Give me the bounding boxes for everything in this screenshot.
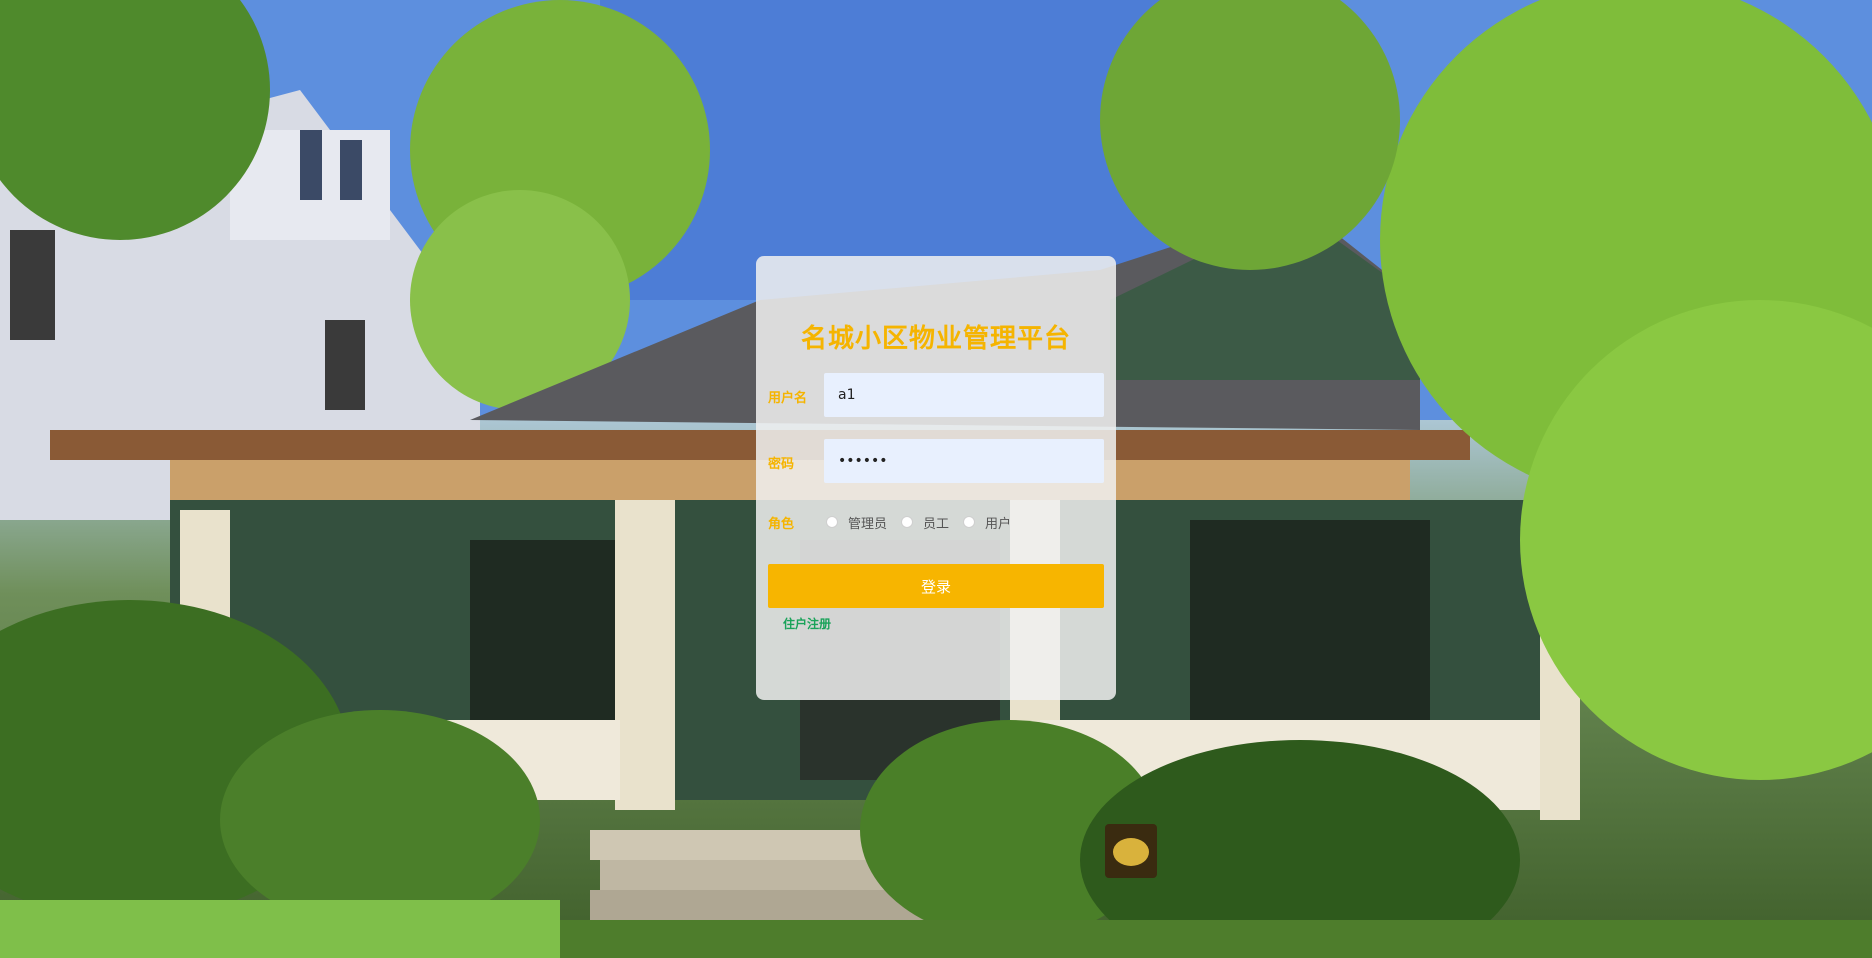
role-option-user[interactable]: 用户	[963, 513, 1011, 532]
login-panel: 名城小区物业管理平台 用户名 密码 角色 管理员 员工 用户 登录 住户注册	[756, 256, 1116, 700]
role-selector: 角色 管理员 员工 用户	[768, 512, 1025, 532]
role-option-admin[interactable]: 管理员	[826, 513, 887, 532]
password-input[interactable]	[824, 439, 1104, 483]
role-option-label: 管理员	[848, 516, 888, 532]
radio-user[interactable]	[963, 516, 976, 528]
role-label: 角色	[768, 516, 795, 532]
username-input[interactable]	[824, 373, 1104, 417]
password-label: 密码	[768, 457, 795, 472]
radio-admin[interactable]	[826, 516, 838, 528]
role-option-label: 用户	[985, 516, 1012, 532]
page-title: 名城小区物业管理平台	[800, 324, 1071, 354]
register-link[interactable]: 住户注册	[783, 615, 831, 632]
radio-staff[interactable]	[901, 516, 914, 528]
role-option-label: 员工	[923, 516, 950, 532]
role-option-staff[interactable]: 员工	[901, 513, 949, 532]
login-button[interactable]: 登录	[768, 564, 1104, 608]
username-label: 用户名	[768, 391, 808, 406]
